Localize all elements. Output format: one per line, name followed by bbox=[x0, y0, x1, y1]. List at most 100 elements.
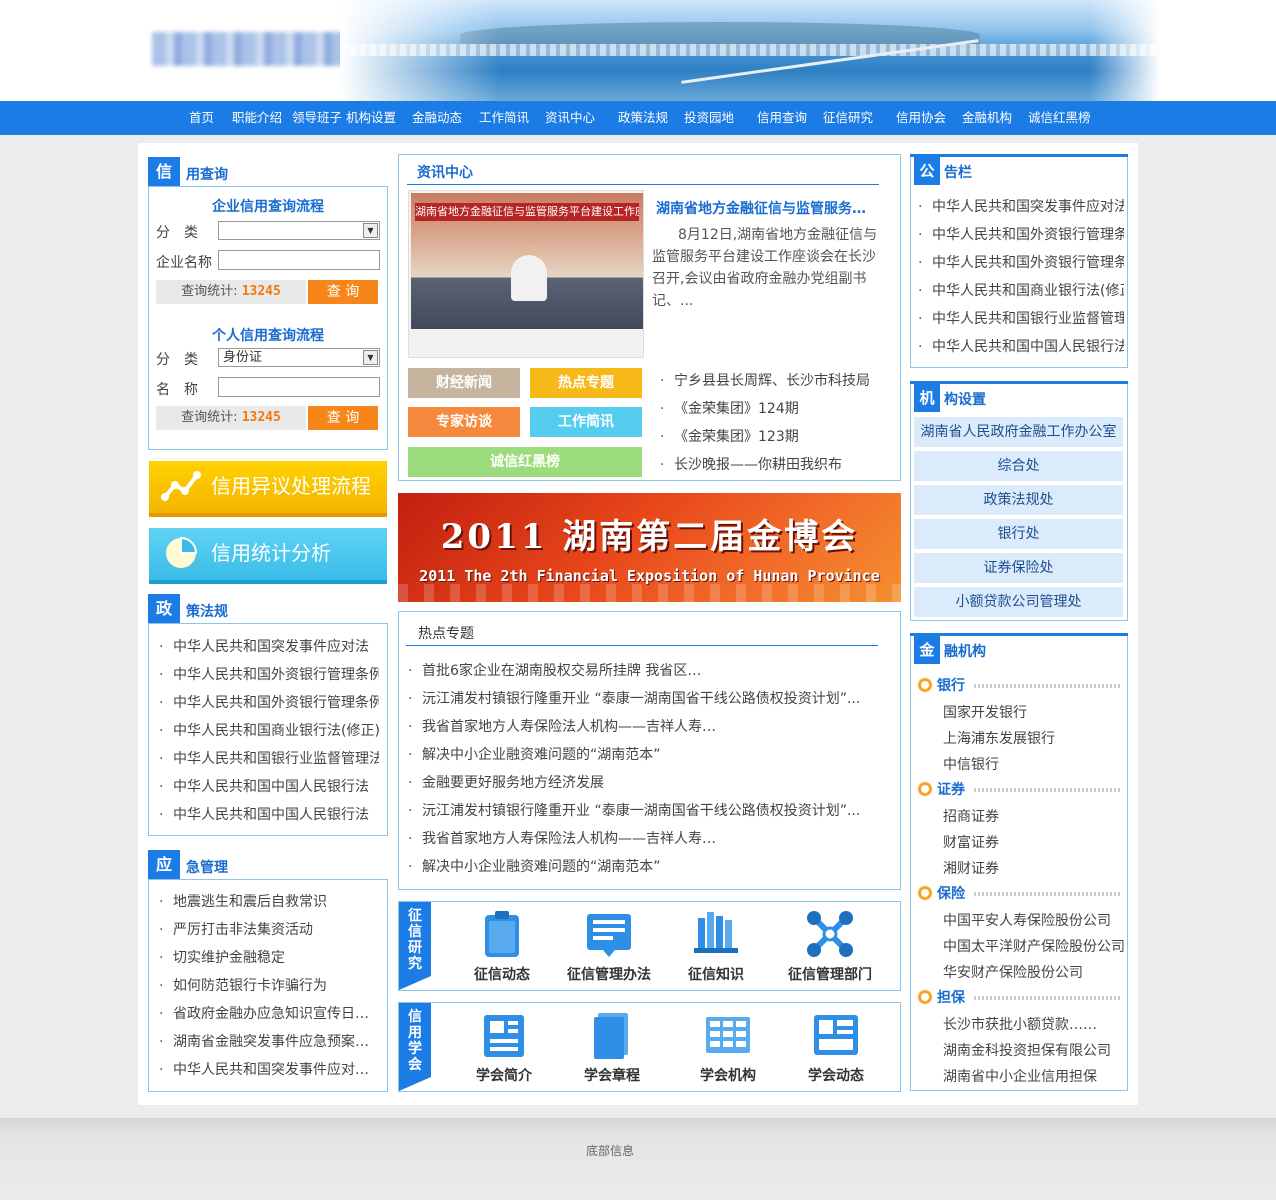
hot-topic-item[interactable]: · 解决中小企业融资难问题的“湖南范本” bbox=[408, 744, 892, 766]
assoc-intro-link[interactable]: 学会简介 bbox=[449, 1003, 559, 1091]
fin-item[interactable]: 湖南金科投资担保有限公司 bbox=[943, 1040, 1111, 1060]
nav-work-brief[interactable]: 工作简讯 bbox=[479, 101, 529, 135]
hot-topic-item[interactable]: · 沅江浦发村镇银行隆重开业 “泰康一湖南国省干线公路债权投资计划”... bbox=[408, 800, 892, 822]
enterprise-query-button[interactable]: 查 询 bbox=[308, 280, 378, 304]
emergency-item[interactable]: · 中华人民共和国突发事件应对… bbox=[159, 1059, 379, 1081]
bulletin-item[interactable]: · 中华人民共和国外资银行管理条例 bbox=[918, 252, 1124, 274]
tag-work-brief[interactable]: 工作简讯 bbox=[530, 407, 642, 437]
nav-finance-news[interactable]: 金融动态 bbox=[412, 101, 462, 135]
fin-item[interactable]: 国家开发银行 bbox=[943, 702, 1027, 722]
bulletin-item[interactable]: · 中华人民共和国中国人民银行法 bbox=[918, 336, 1124, 358]
fin-item[interactable]: 中国太平洋财产保险股份公司 bbox=[943, 936, 1125, 956]
expo-banner[interactable]: 2011 湖南第二届金博会 2011 The 2th Financial Exp… bbox=[398, 493, 901, 602]
nav-credit-query[interactable]: 信用查询 bbox=[757, 101, 807, 135]
fin-category-insurance[interactable]: 保险 bbox=[918, 882, 1120, 904]
emergency-item[interactable]: · 如何防范银行卡诈骗行为 bbox=[159, 975, 379, 997]
fin-item[interactable]: 湖南省中小企业信用担保 bbox=[943, 1066, 1097, 1086]
enterprise-name-input[interactable] bbox=[218, 250, 380, 270]
credit-dispute-button[interactable]: 信用异议处理流程 bbox=[149, 461, 387, 517]
tag-blacklist[interactable]: 诚信红黑榜 bbox=[408, 447, 642, 477]
fin-item[interactable]: 财富证券 bbox=[943, 832, 999, 852]
main-nav: 首页 职能介绍 领导班子 机构设置 金融动态 工作简讯 资讯中心 政策法规 投资… bbox=[0, 101, 1276, 135]
credit-regulation-link[interactable]: 征信管理办法 bbox=[554, 902, 664, 990]
assoc-news-link[interactable]: 学会动态 bbox=[781, 1003, 891, 1091]
nav-credit-assoc[interactable]: 信用协会 bbox=[896, 101, 946, 135]
assoc-charter-link[interactable]: 学会章程 bbox=[557, 1003, 667, 1091]
personal-name-input[interactable] bbox=[218, 377, 380, 397]
org-item-bank[interactable]: 银行处 bbox=[914, 519, 1123, 549]
nav-home[interactable]: 首页 bbox=[189, 101, 214, 135]
news-list-item[interactable]: · 长沙晚报——你耕田我织布 bbox=[660, 454, 890, 476]
enterprise-category-select[interactable]: ▼ bbox=[218, 221, 380, 240]
tag-hot-topics[interactable]: 热点专题 bbox=[530, 368, 642, 398]
personal-query-title[interactable]: 个人信用查询流程 bbox=[150, 325, 386, 345]
nav-investment[interactable]: 投资园地 bbox=[684, 101, 734, 135]
expo-subtitle: 2011 The 2th Financial Exposition of Hun… bbox=[419, 567, 880, 585]
hot-topic-item[interactable]: · 我省首家地方人寿保险法人机构——吉祥人寿… bbox=[408, 828, 892, 850]
tag-finance-news[interactable]: 财经新闻 bbox=[408, 368, 520, 398]
enterprise-query-title[interactable]: 企业信用查询流程 bbox=[150, 196, 386, 216]
fin-item[interactable]: 中信银行 bbox=[943, 754, 999, 774]
fin-item[interactable]: 长沙市获批小额贷款…… bbox=[943, 1014, 1097, 1034]
policy-item[interactable]: · 中华人民共和国中国人民银行法 bbox=[159, 804, 379, 826]
news-list-item[interactable]: · 《金荣集团》123期 bbox=[660, 426, 890, 448]
news-list-item[interactable]: · 《金荣集团》124期 bbox=[660, 398, 890, 420]
tab-news-center[interactable]: 资讯中心 bbox=[417, 162, 473, 182]
org-item-finance-office[interactable]: 湖南省人民政府金融工作办公室 bbox=[914, 417, 1123, 447]
emergency-item[interactable]: · 切实维护金融稳定 bbox=[159, 947, 379, 969]
credit-dynamics-link[interactable]: 征信动态 bbox=[447, 902, 557, 990]
bulletin-item[interactable]: · 中华人民共和国外资银行管理条例 bbox=[918, 224, 1124, 246]
policy-item[interactable]: · 中华人民共和国中国人民银行法 bbox=[159, 776, 379, 798]
personal-query-button[interactable]: 查 询 bbox=[308, 406, 378, 430]
policy-item[interactable]: · 中华人民共和国银行业监督管理法 bbox=[159, 748, 379, 770]
emergency-item[interactable]: · 省政府金融办应急知识宣传日… bbox=[159, 1003, 379, 1025]
bulletin-item[interactable]: · 中华人民共和国银行业监督管理法 bbox=[918, 308, 1124, 330]
hot-topic-item[interactable]: · 首批6家企业在湖南股权交易所挂牌 我省区… bbox=[408, 660, 892, 682]
credit-knowledge-link[interactable]: 征信知识 bbox=[661, 902, 771, 990]
nav-functions[interactable]: 职能介绍 bbox=[232, 101, 282, 135]
fin-item[interactable]: 招商证券 bbox=[943, 806, 999, 826]
policy-item[interactable]: · 中华人民共和国外资银行管理条例 bbox=[159, 664, 379, 686]
org-item-general[interactable]: 综合处 bbox=[914, 451, 1123, 481]
fin-category-bank[interactable]: 银行 bbox=[918, 674, 1120, 696]
credit-department-link[interactable]: 征信管理部门 bbox=[775, 902, 885, 990]
bulletin-item[interactable]: · 中华人民共和国商业银行法(修正) bbox=[918, 280, 1124, 302]
policy-item[interactable]: · 中华人民共和国突发事件应对法 bbox=[159, 636, 379, 658]
fin-category-guarantee[interactable]: 担保 bbox=[918, 986, 1120, 1008]
org-item-securities[interactable]: 证券保险处 bbox=[914, 553, 1123, 583]
emergency-item[interactable]: · 严厉打击非法集资活动 bbox=[159, 919, 379, 941]
fin-item[interactable]: 湘财证券 bbox=[943, 858, 999, 878]
hot-topic-item[interactable]: · 解决中小企业融资难问题的“湖南范本” bbox=[408, 856, 892, 878]
news-image[interactable]: 湖南省地方金融征信与监管服务平台建设工作座谈会 bbox=[408, 190, 644, 358]
policy-item[interactable]: · 中华人民共和国商业银行法(修正) bbox=[159, 720, 379, 742]
credit-stats-button[interactable]: 信用统计分析 bbox=[149, 528, 387, 584]
hot-topic-item[interactable]: · 金融要更好服务地方经济发展 bbox=[408, 772, 892, 794]
org-title: 机 构设置 bbox=[910, 381, 1128, 412]
tab-hot-topics[interactable]: 热点专题 bbox=[418, 623, 474, 643]
nav-blacklist[interactable]: 诚信红黑榜 bbox=[1028, 101, 1091, 135]
fin-item[interactable]: 中国平安人寿保险股份公司 bbox=[943, 910, 1111, 930]
news-list-item[interactable]: · 宁乡县县长周辉、长沙市科技局 bbox=[660, 370, 890, 392]
nav-organization[interactable]: 机构设置 bbox=[346, 101, 396, 135]
policy-item[interactable]: · 中华人民共和国外资银行管理条例 bbox=[159, 692, 379, 714]
nav-credit-research[interactable]: 征信研究 bbox=[823, 101, 873, 135]
fin-item[interactable]: 上海浦东发展银行 bbox=[943, 728, 1055, 748]
emergency-item[interactable]: · 湖南省金融突发事件应急预案… bbox=[159, 1031, 379, 1053]
nav-policy[interactable]: 政策法规 bbox=[618, 101, 668, 135]
tag-expert-interview[interactable]: 专家访谈 bbox=[408, 407, 520, 437]
hot-topic-item[interactable]: · 沅江浦发村镇银行隆重开业 “泰康一湖南国省干线公路债权投资计划”... bbox=[408, 688, 892, 710]
fin-category-securities[interactable]: 证券 bbox=[918, 778, 1120, 800]
nav-fin-institutions[interactable]: 金融机构 bbox=[962, 101, 1012, 135]
nav-info-center[interactable]: 资讯中心 bbox=[545, 101, 595, 135]
fin-item[interactable]: 华安财产保险股份公司 bbox=[943, 962, 1083, 982]
nav-leadership[interactable]: 领导班子 bbox=[292, 101, 342, 135]
personal-category-select[interactable]: 身份证 ▼ bbox=[218, 348, 380, 367]
org-item-microloan[interactable]: 小额贷款公司管理处 bbox=[914, 587, 1123, 617]
emergency-item[interactable]: · 地震逃生和震后自救常识 bbox=[159, 891, 379, 913]
news-headline[interactable]: 湖南省地方金融征信与监管服务… bbox=[656, 198, 882, 218]
credit-assoc-label: 信用学会 bbox=[399, 1003, 431, 1091]
org-item-policy[interactable]: 政策法规处 bbox=[914, 485, 1123, 515]
bulletin-item[interactable]: · 中华人民共和国突发事件应对法 bbox=[918, 196, 1124, 218]
assoc-org-link[interactable]: 学会机构 bbox=[673, 1003, 783, 1091]
hot-topic-item[interactable]: · 我省首家地方人寿保险法人机构——吉祥人寿… bbox=[408, 716, 892, 738]
